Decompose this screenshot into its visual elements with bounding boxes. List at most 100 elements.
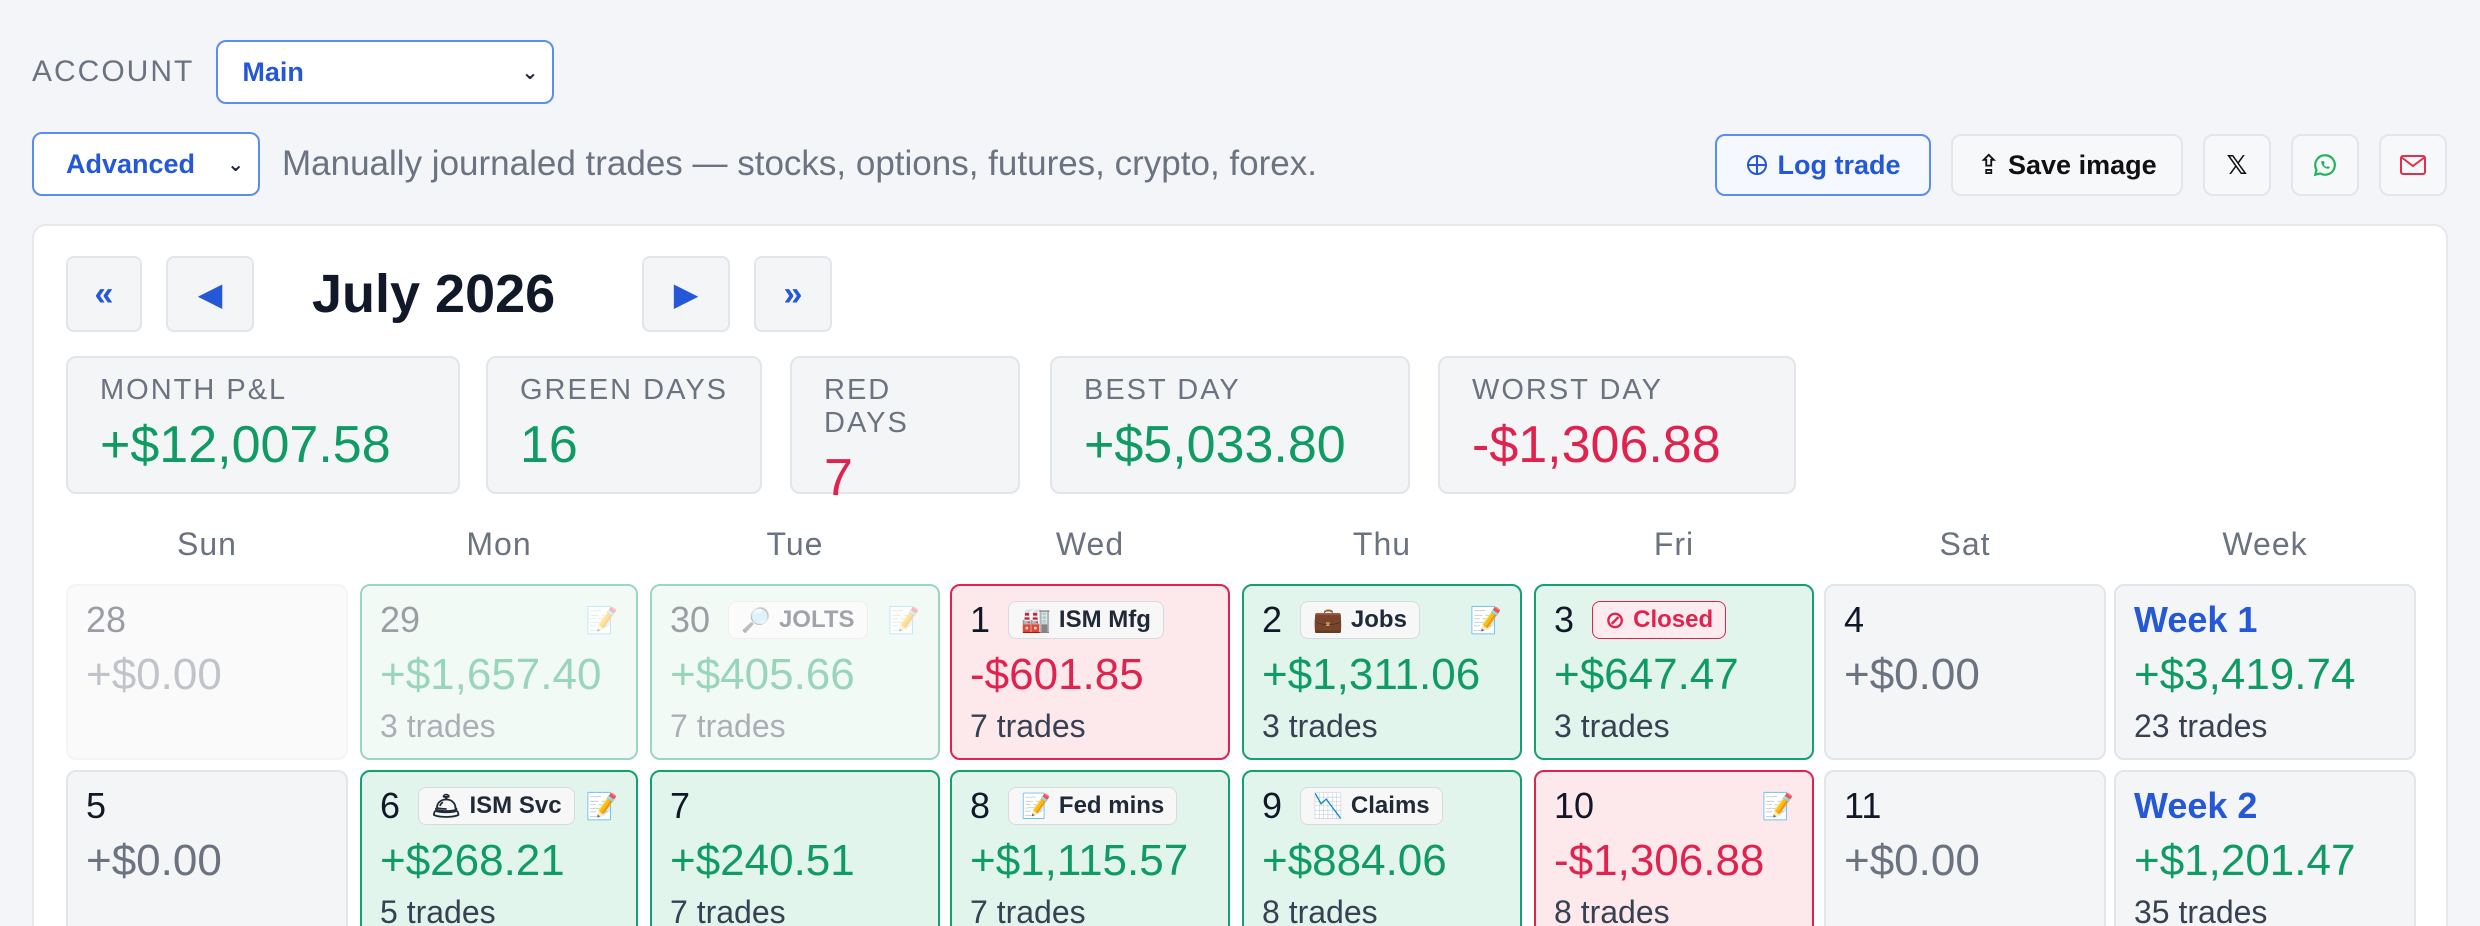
day-cell[interactable]: 11 +$0.00 <box>1824 770 2106 926</box>
share-x-button[interactable]: 𝕏 <box>2203 134 2271 196</box>
stat-value: +$12,007.58 <box>100 416 391 474</box>
weekday-label: Week <box>2222 526 2308 562</box>
day-pnl: -$1,306.88 <box>1554 836 1765 885</box>
week-trade-count: 35 trades <box>2134 894 2268 926</box>
day-cell[interactable]: 8 📝 Fed mins +$1,115.57 7 trades <box>950 770 1230 926</box>
week-summary-cell: Week 1 +$3,419.74 23 trades <box>2114 584 2416 760</box>
event-label: ISM Svc <box>469 792 562 819</box>
day-cell[interactable]: 30 🔎 JOLTS 📝 +$405.66 7 trades <box>650 584 940 760</box>
stat-card: BEST DAY +$5,033.80 <box>1050 356 1410 494</box>
day-pnl: +$647.47 <box>1554 650 1739 699</box>
action-buttons: Log trade ⇪ Save image 𝕏 <box>1715 134 2447 196</box>
event-label: Fed mins <box>1058 792 1165 819</box>
plus-circle-icon <box>1747 155 1768 175</box>
share-whatsapp-button[interactable] <box>2291 134 2359 196</box>
chevron-down-icon: ⌄ <box>521 61 539 84</box>
day-trade-count: 7 trades <box>970 708 1086 744</box>
day-trade-count: 3 trades <box>1262 708 1378 744</box>
event-badge: 🔎 JOLTS <box>728 601 868 639</box>
day-pnl: +$240.51 <box>670 836 855 885</box>
event-icon: 📝 <box>1021 792 1051 820</box>
calendar-panel: « ◀ July 2026 ▶ » MONTH P&L +$12,007.58 G… <box>32 224 2448 926</box>
day-cell[interactable]: 7 +$240.51 7 trades <box>650 770 940 926</box>
day-cell[interactable]: 6 🛎 ISM Svc 📝 +$268.21 5 trades <box>360 770 638 926</box>
stat-card: WORST DAY -$1,306.88 <box>1438 356 1796 494</box>
day-number: 8 <box>970 785 991 826</box>
day-pnl: +$0.00 <box>1844 836 1980 885</box>
event-label: JOLTS <box>778 606 855 633</box>
day-cell[interactable]: 3 ⊘ Closed +$647.47 3 trades <box>1534 584 1814 760</box>
stat-card: MONTH P&L +$12,007.58 <box>66 356 460 494</box>
weekday-label: Sat <box>1939 526 1991 562</box>
note-icon[interactable]: 📝 <box>586 791 618 822</box>
event-label: Claims <box>1350 792 1430 819</box>
month-title: July 2026 <box>312 264 556 324</box>
day-cell[interactable]: 28 +$0.00 <box>66 584 348 760</box>
note-icon[interactable]: 📝 <box>1762 791 1794 822</box>
stat-value: -$1,306.88 <box>1472 416 1721 474</box>
day-number: 10 <box>1554 785 1595 826</box>
first-month-button[interactable]: « <box>66 256 142 332</box>
note-icon[interactable]: 📝 <box>888 605 920 636</box>
day-trade-count: 8 trades <box>1262 894 1378 926</box>
event-badge: 💼 Jobs <box>1300 601 1420 639</box>
share-email-button[interactable] <box>2379 134 2447 196</box>
account-row: ACCOUNT Main ⌄ <box>32 40 555 104</box>
day-trade-count: 7 trades <box>670 708 786 744</box>
upload-icon: ⇪ <box>1977 149 2001 180</box>
event-icon: ⊘ <box>1605 606 1626 634</box>
account-label: ACCOUNT <box>32 55 195 88</box>
log-trade-label: Log trade <box>1777 149 1901 180</box>
day-cell[interactable]: 5 +$0.00 <box>66 770 348 926</box>
day-pnl: +$268.21 <box>380 836 565 885</box>
x-logo-icon: 𝕏 <box>2226 149 2248 180</box>
event-label: ISM Mfg <box>1058 606 1151 633</box>
mode-description: Manually journaled trades — stocks, opti… <box>282 144 1317 183</box>
day-cell[interactable]: 4 +$0.00 <box>1824 584 2106 760</box>
day-number: 9 <box>1262 785 1283 826</box>
event-icon: 📉 <box>1313 792 1343 820</box>
day-cell[interactable]: 10 📝 -$1,306.88 8 trades <box>1534 770 1814 926</box>
day-number: 4 <box>1844 599 1865 640</box>
day-cell[interactable]: 2 💼 Jobs 📝 +$1,311.06 3 trades <box>1242 584 1522 760</box>
stat-value: 7 <box>824 449 853 507</box>
weekday-label: Mon <box>466 526 532 562</box>
day-number: 11 <box>1844 785 1882 826</box>
day-number: 7 <box>670 785 691 826</box>
day-pnl: -$601.85 <box>970 650 1144 699</box>
day-pnl: +$1,657.40 <box>380 650 602 699</box>
event-badge: 🛎 ISM Svc <box>418 787 575 825</box>
account-select-value: Main <box>242 56 304 87</box>
note-icon[interactable]: 📝 <box>1470 605 1502 636</box>
day-trade-count: 3 trades <box>1554 708 1670 744</box>
day-pnl: +$0.00 <box>86 650 222 699</box>
stat-card: RED DAYS 7 <box>790 356 1020 507</box>
event-icon: 💼 <box>1313 606 1343 634</box>
day-cell[interactable]: 9 📉 Claims +$884.06 8 trades <box>1242 770 1522 926</box>
mail-icon <box>2400 155 2426 175</box>
event-badge: 📉 Claims <box>1300 787 1443 825</box>
prev-month-button[interactable]: ◀ <box>166 256 254 332</box>
event-badge: 🏭 ISM Mfg <box>1008 601 1164 639</box>
stat-value: 16 <box>520 416 578 474</box>
day-cell[interactable]: 29 📝 +$1,657.40 3 trades <box>360 584 638 760</box>
account-select[interactable]: Main ⌄ <box>216 40 555 104</box>
stat-label: GREEN DAYS <box>520 374 729 406</box>
event-icon: 🏭 <box>1021 606 1051 634</box>
event-badge: ⊘ Closed <box>1592 601 1727 639</box>
day-pnl: +$884.06 <box>1262 836 1447 885</box>
next-month-button[interactable]: ▶ <box>642 256 730 332</box>
day-trade-count: 3 trades <box>380 708 496 744</box>
day-cell[interactable]: 1 🏭 ISM Mfg -$601.85 7 trades <box>950 584 1230 760</box>
note-icon[interactable]: 📝 <box>586 605 618 636</box>
weekday-label: Sun <box>177 526 237 562</box>
event-icon: 🔎 <box>741 606 771 634</box>
day-trade-count: 7 trades <box>970 894 1086 926</box>
event-icon: 🛎 <box>431 792 462 820</box>
log-trade-button[interactable]: Log trade <box>1715 134 1931 196</box>
mode-select[interactable]: Advanced ⌄ <box>32 132 260 196</box>
save-image-button[interactable]: ⇪ Save image <box>1951 134 2183 196</box>
last-month-button[interactable]: » <box>754 256 832 332</box>
save-image-label: Save image <box>2008 149 2157 180</box>
day-number: 3 <box>1554 599 1575 640</box>
